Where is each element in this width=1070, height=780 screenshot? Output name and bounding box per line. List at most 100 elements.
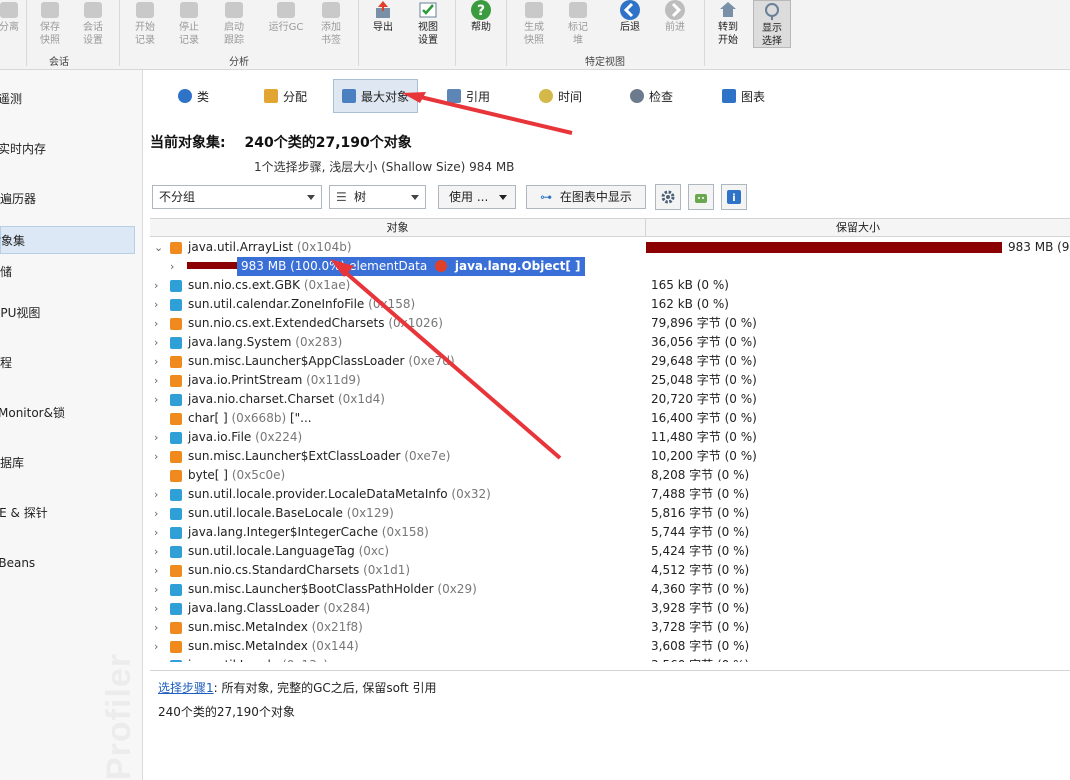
toolbar: 分离 保存 快照 会话 设置 会话 开始 记录 停止 记录 启动 跟踪 运行GC… <box>0 0 1070 70</box>
expand-icon[interactable]: › <box>154 447 164 466</box>
expand-icon[interactable]: › <box>154 352 164 371</box>
tab-label: 最大对象 <box>361 89 410 104</box>
sidebar-item-telemetry[interactable]: 遥测 <box>0 85 133 113</box>
sidebar-item-cpu-views[interactable]: CPU视图 <box>0 299 127 327</box>
tab-graph[interactable]: 图表 <box>714 79 773 113</box>
table-row[interactable]: › sun.misc.Launcher$AppClassLoader (0xe7d… <box>150 352 1070 371</box>
export-button[interactable]: 导出 <box>366 0 400 52</box>
detach-button[interactable]: 分离 <box>0 0 24 52</box>
selection-step-link[interactable]: 选择步骤1 <box>158 681 214 695</box>
forward-button[interactable]: 前进 <box>657 0 693 52</box>
table-row-reference[interactable]: › 983 MB (100.0%) elementData java.lang.… <box>150 257 1070 276</box>
collapse-icon[interactable]: ⌄ <box>154 238 164 257</box>
table-row[interactable]: › sun.nio.cs.StandardCharsets (0x1d1) 4,51… <box>150 561 1070 580</box>
class-object-icon <box>170 280 182 292</box>
sidebar-item-storage[interactable]: 存储 <box>0 258 123 286</box>
table-row[interactable]: › sun.util.locale.BaseLocale (0x129) 5,816… <box>150 504 1070 523</box>
expand-icon[interactable]: › <box>154 599 164 618</box>
view-mode-select[interactable]: ☰ 树 <box>329 185 426 209</box>
table-row[interactable]: › java.lang.System (0x283) 36,056 字节 (0 %) <box>150 333 1070 352</box>
table-row[interactable]: › java.util.Locale (0x13c) 3,560 字节 (0 %) <box>150 656 1070 662</box>
tab-inspections[interactable]: 检查 <box>622 79 681 113</box>
tab-biggest-objects[interactable]: 最大对象 <box>333 79 419 113</box>
table-row[interactable]: byte[ ] (0x5c0e) 8,208 字节 (0 %) <box>150 466 1070 485</box>
table-row[interactable]: char[ ] (0x668b) ["... 16,400 字节 (0 %) <box>150 409 1070 428</box>
expand-icon[interactable]: › <box>154 504 164 523</box>
table-row[interactable]: › sun.misc.Launcher$ExtClassLoader (0xe7e… <box>150 447 1070 466</box>
table-row[interactable]: › java.io.File (0x224) 11,480 字节 (0 %) <box>150 428 1070 447</box>
expand-icon[interactable]: › <box>154 618 164 637</box>
table-row[interactable]: › java.nio.charset.Charset (0x1d4) 20,720 … <box>150 390 1070 409</box>
table-row[interactable]: › java.io.PrintStream (0x11d9) 25,048 字节 (… <box>150 371 1070 390</box>
expand-icon[interactable]: › <box>154 428 164 447</box>
expand-icon[interactable]: › <box>154 637 164 656</box>
save-snapshot-button[interactable]: 保存 快照 <box>34 0 66 52</box>
grouping-select[interactable]: 不分组 <box>152 185 322 209</box>
table-row[interactable]: › sun.util.locale.LanguageTag (0xc) 5,424 … <box>150 542 1070 561</box>
expand-icon[interactable]: › <box>154 314 164 333</box>
expand-icon[interactable]: › <box>170 257 180 276</box>
expand-icon[interactable]: › <box>154 656 164 662</box>
tab-label: 引用 <box>466 89 491 104</box>
expand-icon[interactable]: › <box>154 542 164 561</box>
table-row[interactable]: › sun.misc.MetaIndex (0x21f8) 3,728 字节 (0 … <box>150 618 1070 637</box>
info-button[interactable]: i <box>721 184 747 210</box>
tab-classes[interactable]: 类 <box>170 79 217 113</box>
expand-icon[interactable]: › <box>154 580 164 599</box>
export-view-button[interactable] <box>688 184 714 210</box>
expand-icon[interactable]: › <box>154 561 164 580</box>
start-tracking-button[interactable]: 启动 跟踪 <box>217 0 251 52</box>
show-selection-button[interactable]: 显示 选择 <box>753 0 791 48</box>
forward-label: 前进 <box>665 22 685 33</box>
table-row[interactable]: › java.lang.Integer$IntegerCache (0x158) 5… <box>150 523 1070 542</box>
expand-icon[interactable]: › <box>154 295 164 314</box>
sidebar-item-databases[interactable]: 数据库 <box>0 449 123 477</box>
mark-heap-button[interactable]: 标记 堆 <box>561 0 595 52</box>
table-row[interactable]: › sun.util.calendar.ZoneInfoFile (0x158) 1… <box>150 295 1070 314</box>
expand-icon[interactable]: › <box>154 390 164 409</box>
sidebar-item-monitors-locks[interactable]: Monitor&锁 <box>0 399 133 427</box>
table-row[interactable]: ⌄ java.util.ArrayList (0x104b) 983 MB (9… <box>150 238 1070 257</box>
use-button[interactable]: 使用 ... <box>438 185 516 209</box>
expand-icon[interactable]: › <box>154 276 164 295</box>
sidebar-item-heap-walker[interactable]: 堆遍历器 <box>0 185 123 213</box>
table-row[interactable]: › sun.misc.MetaIndex (0x144) 3,608 字节 (0 %… <box>150 637 1070 656</box>
view-settings-button[interactable]: 视图 设置 <box>410 0 446 52</box>
generate-snapshot-button[interactable]: 生成 快照 <box>516 0 552 52</box>
settings-button[interactable] <box>655 184 681 210</box>
mark-heap-label: 标记 堆 <box>568 22 588 46</box>
sidebar-item-mbeans[interactable]: MBeans <box>0 549 123 577</box>
table-row[interactable]: › sun.nio.cs.ext.GBK (0x1ae) 165 kB (0 %) <box>150 276 1070 295</box>
back-button[interactable]: 后退 <box>612 0 648 52</box>
row-name: sun.util.calendar.ZoneInfoFile (0x158) <box>188 295 415 314</box>
stop-recording-button[interactable]: 停止 记录 <box>172 0 206 52</box>
start-recording-button[interactable]: 开始 记录 <box>128 0 162 52</box>
expand-icon[interactable]: › <box>154 371 164 390</box>
sidebar-item-object-set[interactable]: 对象集 <box>0 226 135 254</box>
table-row[interactable]: › java.lang.ClassLoader (0x284) 3,928 字节 (… <box>150 599 1070 618</box>
expand-icon[interactable]: › <box>154 333 164 352</box>
go-to-start-button[interactable]: 转到 开始 <box>711 0 745 52</box>
sidebar-item-jee-probes[interactable]: JEE & 探针 <box>0 499 123 527</box>
tab-references[interactable]: 引用 <box>439 79 498 113</box>
sidebar-item-threads[interactable]: 线程 <box>0 349 123 377</box>
run-gc-button[interactable]: 运行GC <box>263 0 309 52</box>
add-bookmark-button[interactable]: 添加 书签 <box>314 0 348 52</box>
sidebar-item-live-memory[interactable]: 实时内存 <box>0 135 133 163</box>
column-retained-size[interactable]: 保留大小 <box>646 219 1070 237</box>
object-icon <box>170 470 182 482</box>
table-row[interactable]: › sun.misc.Launcher$BootClassPathHolder (… <box>150 580 1070 599</box>
table-row[interactable]: › sun.util.locale.provider.LocaleDataMeta… <box>150 485 1070 504</box>
row-name: java.util.ArrayList (0x104b) <box>188 238 352 257</box>
show-in-graph-label: 在图表中显示 <box>559 190 632 204</box>
tab-allocations[interactable]: 分配 <box>256 79 315 113</box>
help-button[interactable]: ? 帮助 <box>463 0 499 52</box>
column-object[interactable]: 对象 <box>150 219 646 237</box>
table-row[interactable]: › sun.nio.cs.ext.ExtendedCharsets (0x1026… <box>150 314 1070 333</box>
session-settings-button[interactable]: 会话 设置 <box>77 0 109 52</box>
expand-icon[interactable]: › <box>154 485 164 504</box>
tab-time[interactable]: 时间 <box>531 79 590 113</box>
class-object-icon <box>170 299 182 311</box>
expand-icon[interactable]: › <box>154 523 164 542</box>
show-in-graph-button[interactable]: ⊶ 在图表中显示 <box>526 185 646 209</box>
